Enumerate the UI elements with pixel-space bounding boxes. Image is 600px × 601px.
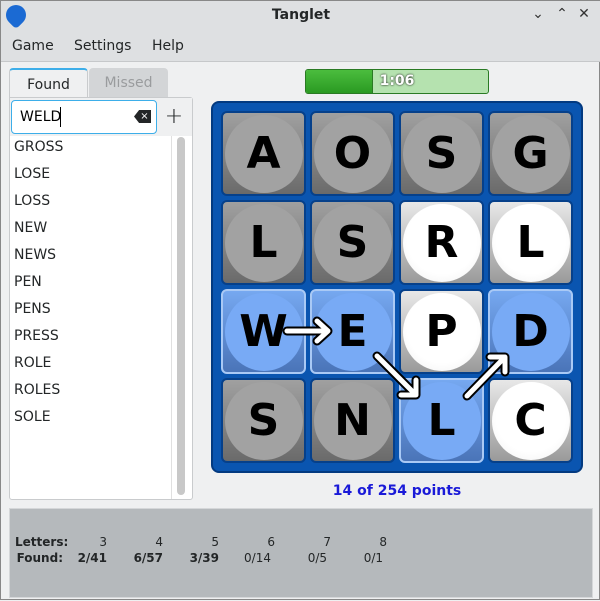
tile-letter: G [512,128,549,179]
letter-tile[interactable]: G [488,111,573,196]
found-word-item[interactable]: NEWS [14,247,56,263]
tile-letter: A [246,128,281,179]
found-word-item[interactable]: GROSS [14,139,63,155]
tab-missed[interactable]: Missed [89,68,168,98]
found-word-item[interactable]: SOLE [14,409,51,425]
tile-letter: O [333,128,372,179]
menu-settings[interactable]: Settings [74,38,131,54]
letter-tile[interactable]: S [221,378,306,463]
length-header: 5 [211,535,219,549]
tile-letter: C [514,395,547,446]
tile-letter: E [337,306,368,357]
letter-tile[interactable]: S [399,111,484,196]
score-text: 14 of 254 points [332,483,462,499]
menu-game[interactable]: Game [12,38,54,54]
letter-tile[interactable]: N [310,378,395,463]
length-header: 7 [323,535,331,549]
found-words-panel [9,97,193,500]
letter-tile[interactable]: S [310,200,395,285]
letter-tile[interactable]: O [310,111,395,196]
found-word-item[interactable]: ROLE [14,355,51,371]
found-count: 6/57 [133,551,163,565]
minimize-icon[interactable]: ⌄ [529,6,547,22]
tile-letter: L [249,217,278,268]
found-count: 2/41 [77,551,107,565]
letter-tile[interactable]: W [221,289,306,374]
maximize-icon[interactable]: ⌃ [553,6,571,22]
found-word-item[interactable]: ROLES [14,382,60,398]
found-count: 0/5 [307,551,327,565]
letter-tile[interactable]: E [310,289,395,374]
tile-letter: N [334,395,371,446]
tile-letter: L [427,395,456,446]
found-count: 0/14 [244,551,271,565]
menu-help[interactable]: Help [152,38,184,54]
tile-letter: S [247,395,280,446]
scrollbar[interactable] [177,137,185,495]
length-header: 8 [379,535,387,549]
found-word-item[interactable]: LOSS [14,193,50,209]
divider [171,136,172,499]
found-word-item[interactable]: PRESS [14,328,59,344]
tile-letter: W [239,306,288,357]
found-word-item[interactable]: LOSE [14,166,50,182]
letter-tile[interactable]: D [488,289,573,374]
tile-letter: S [425,128,458,179]
close-icon[interactable]: ✕ [575,6,593,22]
tile-letter: S [336,217,369,268]
length-header: 4 [155,535,163,549]
timer-text: 1:06 [379,73,415,89]
timer-bar: 1:06 [305,69,489,94]
tile-letter: D [512,306,549,357]
tile-letter: P [425,306,458,357]
found-word-item[interactable]: PENS [14,301,51,317]
letters-label: Letters: [15,535,69,549]
text-caret [60,107,61,127]
found-count: 0/1 [363,551,383,565]
length-header: 6 [267,535,275,549]
length-header: 3 [99,535,107,549]
letter-tile[interactable]: C [488,378,573,463]
letter-tile[interactable]: P [399,289,484,374]
tile-letter: R [424,217,459,268]
tab-found[interactable]: Found [9,68,88,98]
window-title: Tanglet [271,7,331,23]
found-label: Found: [16,551,63,565]
letter-tile[interactable]: A [221,111,306,196]
found-count: 3/39 [189,551,219,565]
found-word-item[interactable]: PEN [14,274,42,290]
letter-tile[interactable]: R [399,200,484,285]
letter-tile[interactable]: L [399,378,484,463]
found-word-item[interactable]: NEW [14,220,47,236]
tile-letter: L [516,217,545,268]
letter-tile[interactable]: L [488,200,573,285]
letter-tile[interactable]: L [221,200,306,285]
add-word-button[interactable]: + [163,104,185,130]
